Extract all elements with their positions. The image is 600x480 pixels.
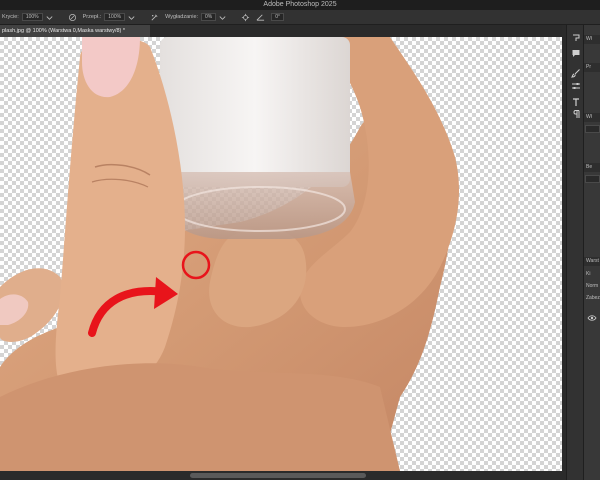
- document-tab-title: plash.jpg @ 100% (Warstwa 0,Maska warstw…: [2, 28, 126, 34]
- smoothing-gear-icon[interactable]: [241, 13, 250, 22]
- scrollbar-thumb[interactable]: [190, 473, 366, 478]
- history-brush-icon[interactable]: [571, 33, 581, 43]
- flow-field[interactable]: 100%: [104, 13, 126, 21]
- smoothing-label: Wygładzanie:: [165, 14, 199, 20]
- opacity-field[interactable]: 100%: [21, 13, 43, 21]
- type-icon[interactable]: [571, 97, 581, 107]
- layer-filter-kind[interactable]: Ki: [586, 271, 590, 278]
- chevron-down-icon[interactable]: [127, 13, 136, 22]
- layers-panel-header[interactable]: Warst: [584, 257, 600, 266]
- panel-field[interactable]: [585, 175, 600, 183]
- paragraph-icon[interactable]: [571, 109, 581, 119]
- flow-label: Przepł.:: [82, 14, 102, 20]
- angle-field[interactable]: 0°: [271, 13, 285, 21]
- angle-control[interactable]: 0°: [256, 13, 286, 22]
- bottle-glass-base: [160, 172, 355, 239]
- angle-icon: [256, 13, 265, 22]
- window-title: Adobe Photoshop 2025: [263, 1, 337, 8]
- canvas-artwork: [0, 37, 460, 471]
- panel-section-header[interactable]: Be: [584, 163, 600, 172]
- panel-field[interactable]: [585, 125, 600, 133]
- adjust-sliders-icon[interactable]: [571, 81, 581, 91]
- blend-mode-select[interactable]: Norm: [586, 283, 598, 290]
- wrist-shape: [0, 363, 400, 471]
- chevron-down-icon[interactable]: [218, 13, 227, 22]
- smoothing-field[interactable]: 0%: [201, 13, 217, 21]
- opacity-control[interactable]: Krycie: 100%: [2, 13, 60, 22]
- title-bar: Adobe Photoshop 2025: [0, 0, 600, 10]
- brush-icon[interactable]: [571, 68, 581, 78]
- options-bar: Krycie: 100% Przepł.: 100% Wygładzanie: …: [0, 10, 600, 25]
- flow-control[interactable]: Przepł.: 100%: [83, 13, 142, 22]
- opacity-label: Krycie:: [2, 14, 19, 20]
- panel-section-header[interactable]: Pr: [584, 63, 600, 72]
- panel-section-header[interactable]: Wł: [584, 113, 600, 122]
- document-tab-bar: plash.jpg @ 100% (Warstwa 0,Maska warstw…: [0, 25, 562, 37]
- horizontal-scrollbar[interactable]: [0, 471, 562, 480]
- document-canvas[interactable]: [0, 37, 562, 471]
- bottle-body: [160, 37, 350, 187]
- document-tab[interactable]: plash.jpg @ 100% (Warstwa 0,Maska warstw…: [0, 25, 150, 37]
- panel-icon-column: [566, 25, 584, 480]
- chevron-down-icon[interactable]: [45, 13, 54, 22]
- smoothing-control[interactable]: Wygładzanie: 0%: [165, 13, 233, 22]
- right-panel: Wł Pr Wł Be Warst Ki Norm Zabez: [584, 25, 600, 480]
- comments-icon[interactable]: [571, 48, 581, 58]
- lock-label: Zabez: [586, 295, 600, 301]
- airbrush-icon[interactable]: [150, 13, 159, 22]
- panel-section-header[interactable]: Wł: [584, 35, 600, 44]
- eye-icon[interactable]: [587, 313, 597, 323]
- pressure-opacity-icon[interactable]: [68, 13, 77, 22]
